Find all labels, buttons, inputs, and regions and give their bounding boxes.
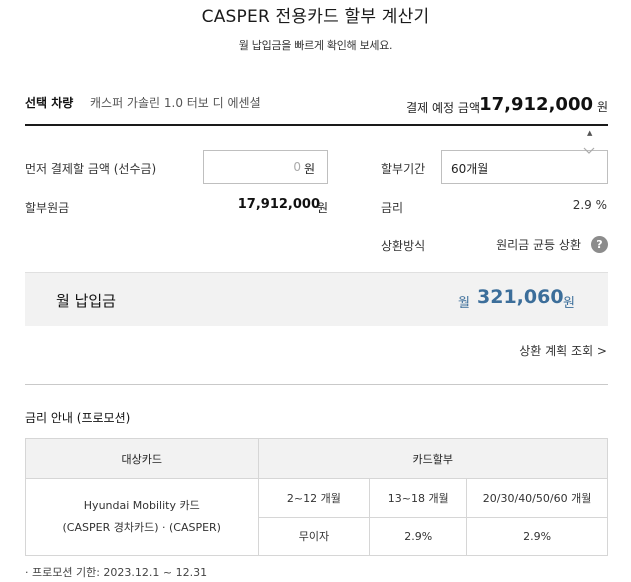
selected-vehicle-name[interactable]: 캐스퍼 가솔린 1.0 터보 디 에센셜 bbox=[90, 94, 261, 111]
principal-value: 17,912,000 bbox=[237, 197, 320, 212]
down-payment-label: 먼저 결제할 금액 (선수금) bbox=[25, 162, 157, 176]
monthly-payment-prefix: 월 bbox=[458, 296, 470, 311]
table-cell-rate: 무이자 bbox=[257, 516, 371, 556]
page-subtitle: 월 납입금을 빠르게 확인해 보세요. bbox=[238, 39, 393, 52]
table-header-installment: 카드할부 bbox=[257, 438, 609, 479]
repayment-method-value: 원리금 균등 상환 bbox=[496, 238, 581, 252]
interest-rate-value: 2.9 % bbox=[572, 198, 607, 212]
page-title: CASPER 전용카드 할부 계산기 bbox=[201, 7, 430, 27]
promotion-table: 대상카드 카드할부 Hyundai Mobility 카드 (CASPER 경차… bbox=[25, 438, 609, 556]
table-cell-period: 13~18 개월 bbox=[369, 478, 468, 518]
monthly-payment-label: 월 납입금 bbox=[56, 292, 116, 310]
repayment-schedule-link[interactable]: 상환 계획 조회 > bbox=[519, 342, 607, 359]
down-payment-value[interactable]: 0 bbox=[293, 160, 301, 174]
principal-unit: 원 bbox=[317, 201, 329, 215]
section-divider bbox=[25, 384, 608, 385]
chevron-down-icon bbox=[583, 147, 595, 154]
selected-vehicle-row: 선택 차량 캐스퍼 가솔린 1.0 터보 디 에센셜 결제 예정 금액 17,9… bbox=[25, 92, 608, 126]
card-name-line-1: Hyundai Mobility 카드 bbox=[83, 499, 200, 512]
table-cell-period: 20/30/40/50/60 개월 bbox=[466, 478, 608, 518]
monthly-payment-panel: 월 납입금 월 321,060 원 bbox=[25, 272, 608, 326]
down-payment-unit: 원 bbox=[303, 162, 315, 176]
down-payment-input[interactable]: 0 원 bbox=[203, 150, 328, 184]
principal-label: 할부원금 bbox=[25, 201, 70, 215]
installment-period-value: 60개월 bbox=[451, 162, 489, 176]
interest-rate-label: 금리 bbox=[381, 201, 404, 215]
installment-period-label: 할부기간 bbox=[381, 162, 426, 176]
table-row: Hyundai Mobility 카드 (CASPER 경차카드) · (CAS… bbox=[25, 478, 608, 556]
payment-amount-unit: 원 bbox=[596, 100, 608, 114]
payment-amount-label: 결제 예정 금액 bbox=[406, 101, 480, 115]
selected-vehicle-label: 선택 차량 bbox=[25, 96, 74, 110]
table-cell-rate: 2.9% bbox=[466, 516, 608, 556]
repayment-method-label: 상환방식 bbox=[381, 239, 426, 253]
monthly-payment-amount: 321,060 bbox=[477, 286, 564, 308]
installment-period-select[interactable]: 60개월 bbox=[441, 147, 608, 184]
monthly-payment-unit: 원 bbox=[563, 296, 575, 311]
table-cell-card: Hyundai Mobility 카드 (CASPER 경차카드) · (CAS… bbox=[25, 478, 259, 556]
promotion-footnote: · 프로모션 기한: 2023.12.1 ~ 12.31 bbox=[25, 566, 208, 579]
scroll-up-icon[interactable]: ▲ bbox=[587, 129, 592, 137]
card-name-line-2: (CASPER 경차카드) · (CASPER) bbox=[62, 521, 221, 534]
table-header-card: 대상카드 bbox=[25, 438, 259, 479]
promotion-title: 금리 안내 (프로모션) bbox=[25, 411, 131, 425]
payment-amount-value: 17,912,000 bbox=[479, 94, 593, 115]
help-icon[interactable]: ? bbox=[591, 236, 608, 253]
table-row: 대상카드 카드할부 bbox=[25, 438, 609, 479]
table-cell-period: 2~12 개월 bbox=[257, 478, 371, 518]
table-cell-rate: 2.9% bbox=[369, 516, 468, 556]
